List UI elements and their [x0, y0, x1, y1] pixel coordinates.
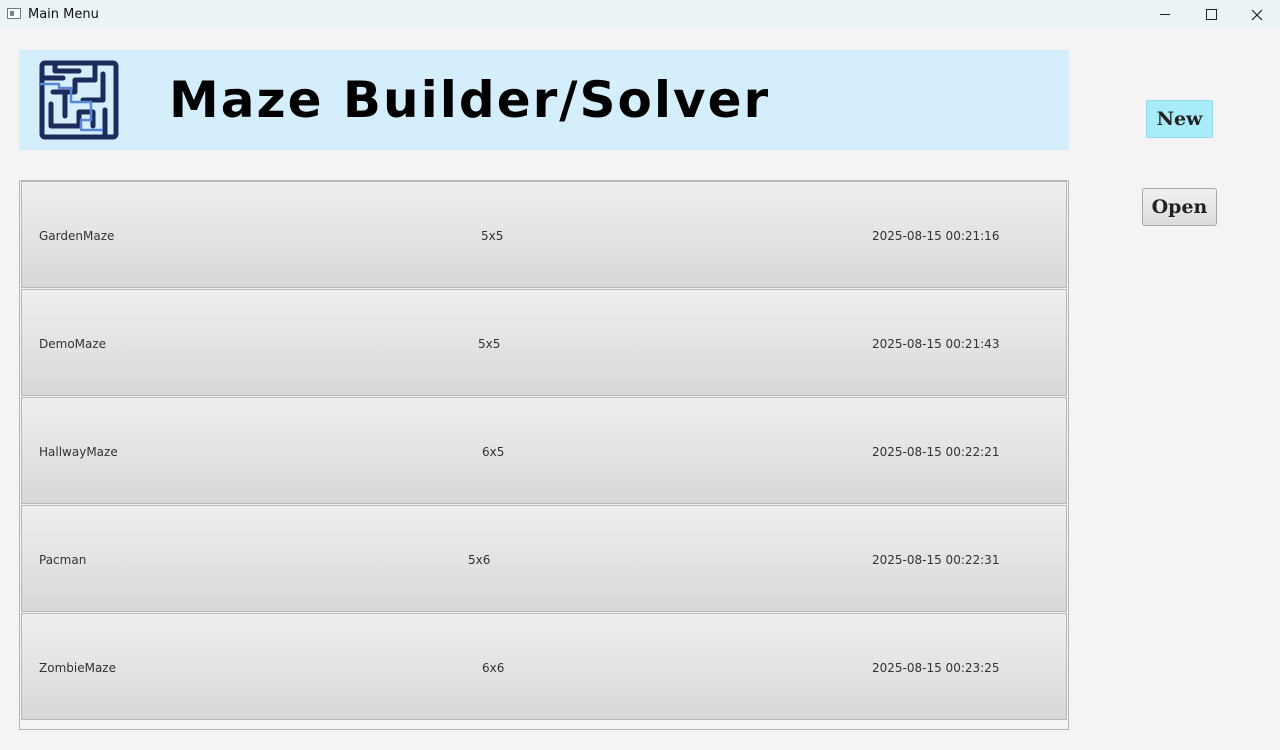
- maze-list-item[interactable]: Pacman 5x6 2025-08-15 00:22:31: [21, 505, 1067, 612]
- header-banner: Maze Builder/Solver: [19, 50, 1069, 150]
- maze-size: 5x5: [481, 229, 504, 243]
- maze-size: 6x5: [482, 445, 505, 459]
- maximize-button[interactable]: [1188, 0, 1234, 29]
- maze-date: 2025-08-15 00:22:21: [872, 445, 1000, 459]
- maze-size: 5x6: [468, 553, 491, 567]
- maze-list-item[interactable]: HallwayMaze 6x5 2025-08-15 00:22:21: [21, 397, 1067, 504]
- maze-list[interactable]: GardenMaze 5x5 2025-08-15 00:21:16 DemoM…: [19, 180, 1069, 730]
- minimize-icon: [1160, 14, 1170, 15]
- minimize-button[interactable]: [1142, 0, 1188, 29]
- maze-size: 6x6: [482, 661, 505, 675]
- maze-list-item[interactable]: DemoMaze 5x5 2025-08-15 00:21:43: [21, 289, 1067, 396]
- title-bar: Main Menu: [0, 0, 1280, 29]
- maze-date: 2025-08-15 00:23:25: [872, 661, 1000, 675]
- maze-size: 5x5: [478, 337, 501, 351]
- maze-name: HallwayMaze: [39, 445, 118, 459]
- close-button[interactable]: [1234, 0, 1280, 29]
- maze-name: DemoMaze: [39, 337, 107, 351]
- new-button[interactable]: New: [1146, 100, 1213, 138]
- maze-list-item[interactable]: ZombieMaze 6x6 2025-08-15 00:23:25: [21, 613, 1067, 720]
- window-title: Main Menu: [28, 7, 99, 22]
- maze-date: 2025-08-15 00:21:16: [872, 229, 1000, 243]
- maze-name: ZombieMaze: [39, 661, 116, 675]
- app-window-icon: [7, 8, 21, 19]
- open-button[interactable]: Open: [1142, 188, 1217, 226]
- maze-date: 2025-08-15 00:21:43: [872, 337, 1000, 351]
- close-icon: [1251, 9, 1263, 20]
- maze-name: GardenMaze: [39, 229, 115, 243]
- maze-date: 2025-08-15 00:22:31: [872, 553, 1000, 567]
- app-title: Maze Builder/Solver: [169, 71, 771, 129]
- maze-list-item[interactable]: GardenMaze 5x5 2025-08-15 00:21:16: [21, 181, 1067, 288]
- maximize-icon: [1205, 9, 1217, 20]
- maze-name: Pacman: [39, 553, 87, 567]
- maze-icon: [39, 60, 119, 140]
